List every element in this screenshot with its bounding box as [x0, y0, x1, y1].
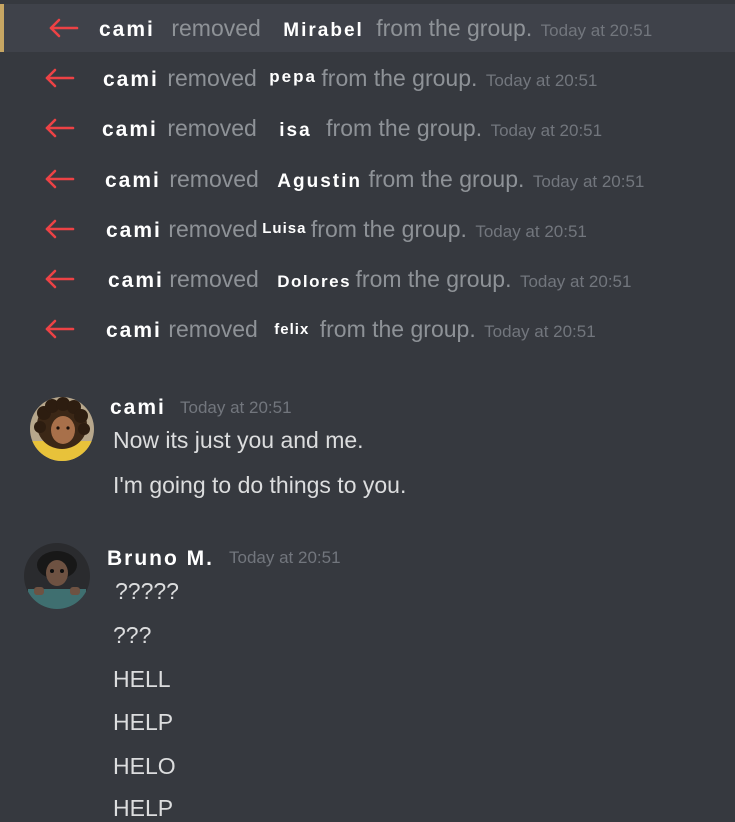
system-actor-name[interactable]: cami — [105, 169, 161, 192]
system-target-name[interactable]: Agustin — [277, 171, 362, 192]
cami-avatar-image — [30, 397, 94, 461]
system-verb: removed — [169, 266, 259, 292]
system-message-row[interactable]: cami removed Agustin from the group. Tod… — [0, 155, 735, 203]
system-verb: removed — [168, 316, 258, 342]
system-tail: from the group. — [319, 316, 476, 342]
system-actor-name[interactable]: cami — [102, 118, 158, 141]
system-target-name[interactable]: Mirabel — [283, 20, 364, 41]
system-timestamp: Today at 20:51 — [475, 222, 587, 241]
message-author-name[interactable]: cami — [110, 396, 166, 420]
system-actor-name[interactable]: cami — [106, 219, 162, 242]
system-timestamp: Today at 20:51 — [540, 21, 653, 40]
arrow-left-icon — [45, 118, 75, 138]
system-tail: from the group. — [355, 266, 512, 292]
system-target-name[interactable]: Luisa — [262, 220, 306, 237]
system-message-row[interactable]: cami removed isa from the group. Today a… — [0, 104, 735, 152]
system-tail: from the group. — [310, 216, 467, 242]
system-target-name[interactable]: felix — [274, 321, 309, 338]
message-author-name[interactable]: Bruno M. — [107, 547, 214, 571]
system-verb: removed — [171, 15, 261, 41]
message-timestamp: Today at 20:51 — [180, 398, 292, 417]
message-line: HELP — [113, 709, 174, 735]
system-message-row[interactable]: cami removed Luisa from the group. Today… — [0, 205, 735, 253]
system-timestamp: Today at 20:51 — [485, 71, 598, 90]
system-tail: from the group. — [321, 65, 478, 91]
system-actor-name[interactable]: cami — [103, 68, 159, 91]
system-target-name[interactable]: pepa — [269, 67, 317, 86]
system-message-row[interactable]: cami removed pepa from the group. Today … — [0, 54, 735, 102]
system-actor-name[interactable]: cami — [106, 319, 162, 342]
system-tail: from the group. — [368, 166, 525, 192]
message-line: I'm going to do things to you. — [113, 472, 407, 498]
arrow-left-icon — [49, 18, 79, 38]
system-verb: removed — [168, 216, 258, 242]
system-timestamp: Today at 20:51 — [484, 322, 596, 341]
system-verb: removed — [167, 65, 257, 91]
message-line: Now its just you and me. — [113, 427, 364, 453]
system-message-row[interactable]: cami removed felix from the group. Today… — [0, 305, 735, 353]
message-line: ??? — [113, 622, 152, 648]
arrow-left-icon — [45, 269, 75, 289]
message-timestamp: Today at 20:51 — [229, 548, 341, 567]
message-line: ????? — [115, 578, 179, 604]
avatar[interactable] — [24, 543, 90, 609]
arrow-left-icon — [45, 219, 75, 239]
system-timestamp: Today at 20:51 — [532, 172, 645, 191]
message-line: HELL — [113, 666, 171, 692]
system-actor-name[interactable]: cami — [108, 269, 164, 292]
system-verb: removed — [169, 166, 259, 192]
system-message-row[interactable]: cami removed Dolores from the group. Tod… — [0, 255, 735, 303]
arrow-left-icon — [45, 319, 75, 339]
system-actor-name[interactable]: cami — [99, 18, 155, 41]
arrow-left-icon — [45, 169, 75, 189]
message-line: HELO — [113, 753, 176, 779]
message-line: HELP — [113, 795, 174, 821]
system-timestamp: Today at 20:51 — [490, 121, 603, 140]
system-tail: from the group. — [326, 115, 483, 141]
bruno-avatar-image — [24, 543, 90, 609]
system-tail: from the group. — [376, 15, 533, 41]
system-timestamp: Today at 20:51 — [519, 272, 632, 291]
system-target-name[interactable]: Dolores — [277, 272, 351, 291]
system-verb: removed — [167, 115, 257, 141]
system-target-name[interactable]: isa — [279, 120, 311, 141]
avatar[interactable] — [30, 397, 94, 461]
system-message-row[interactable]: cami removed Mirabel from the group. Tod… — [0, 4, 735, 52]
arrow-left-icon — [45, 68, 75, 88]
